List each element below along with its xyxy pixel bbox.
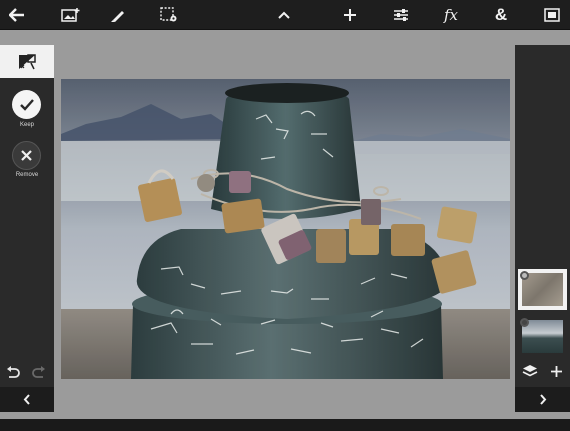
brush-icon[interactable]: [105, 3, 131, 27]
close-icon: [21, 150, 32, 161]
remove-label: Remove: [15, 172, 39, 178]
layers-icon: [522, 365, 538, 377]
chevron-right-icon: [539, 394, 546, 405]
photo-canvas[interactable]: [61, 79, 510, 379]
layer-visibility-dot[interactable]: [520, 271, 529, 280]
fx-icon[interactable]: fx: [438, 3, 464, 27]
mask-tool-button[interactable]: [0, 45, 54, 78]
text-ampersand-icon[interactable]: &: [488, 3, 514, 27]
add-icon[interactable]: [337, 3, 363, 27]
keep-label: Keep: [19, 122, 34, 128]
undo-button[interactable]: [3, 363, 23, 381]
mask-tool-icon: [19, 53, 36, 69]
layer-thumbnail-texture[interactable]: [518, 269, 567, 310]
add-layer-icon: [550, 365, 562, 377]
undo-icon: [7, 366, 20, 378]
layers-button[interactable]: [519, 361, 541, 381]
left-tool-panel: Keep Remove: [0, 45, 54, 412]
selection-settings-icon[interactable]: [156, 3, 182, 27]
check-icon: [19, 98, 34, 111]
right-layers-panel: [515, 45, 570, 412]
text-label: &: [494, 5, 508, 24]
back-arrow-icon[interactable]: [4, 3, 30, 27]
adjustments-icon[interactable]: [388, 3, 414, 27]
redo-icon: [32, 366, 45, 378]
collapse-up-icon[interactable]: [271, 3, 297, 27]
redo-button[interactable]: [29, 363, 49, 381]
add-layer-button[interactable]: [545, 361, 567, 381]
locks-photo: [61, 79, 510, 379]
keep-button[interactable]: [12, 90, 41, 119]
bottom-edge: [0, 419, 570, 431]
fit-screen-icon[interactable]: [539, 3, 565, 27]
top-toolbar: fx &: [0, 0, 570, 30]
add-image-icon[interactable]: [58, 3, 84, 27]
fx-label: fx: [443, 6, 458, 24]
layer-visibility-dot[interactable]: [520, 318, 529, 327]
chevron-left-icon: [23, 394, 30, 405]
remove-button[interactable]: [12, 141, 41, 170]
collapse-right-panel-button[interactable]: [515, 387, 570, 412]
layer-thumbnail-photo[interactable]: [518, 316, 567, 357]
collapse-left-panel-button[interactable]: [0, 387, 54, 412]
